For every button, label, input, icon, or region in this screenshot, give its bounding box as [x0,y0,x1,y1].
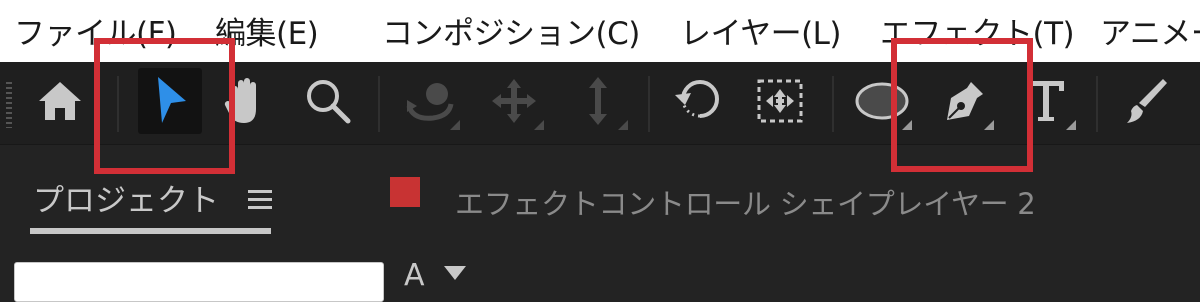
submenu-indicator [450,120,460,130]
tab-project[interactable]: プロジェクト [33,175,219,220]
project-search-input[interactable] [14,262,384,302]
home-button[interactable] [28,68,92,134]
submenu-indicator [618,120,628,130]
pan-move-icon [492,79,536,123]
dolly-icon [589,77,607,125]
hamburger-icon[interactable] [248,190,272,210]
dolly-tool-button[interactable] [566,68,630,134]
toolbar-separator [1096,76,1098,132]
orbit-camera-icon [406,83,454,121]
tab-effect-controls[interactable]: エフェクトコントロール シェイプレイヤー 2 [455,181,1036,223]
toolbar-separator [832,76,834,132]
pan-tool-button[interactable] [482,68,546,134]
zoom-icon [307,80,351,124]
submenu-indicator [1066,120,1076,130]
submenu-indicator [534,120,544,130]
active-tab-underline [30,228,271,234]
menu-composition[interactable]: コンポジション(C) [382,8,640,53]
layer-color-label [390,177,420,207]
font-label: A [404,258,425,293]
toolbar-separator [648,76,650,132]
home-icon [39,82,81,120]
toolbar-separator [378,76,380,132]
rotate-tool-button[interactable] [668,68,732,134]
rotate-icon [675,80,719,118]
toolbar-grip[interactable] [6,82,12,128]
panel-tab-row: プロジェクト エフェクトコントロール シェイプレイヤー 2 [0,145,1200,245]
orbit-camera-tool-button[interactable] [398,68,462,134]
zoom-tool-button[interactable] [296,68,360,134]
brush-icon [1127,79,1167,123]
menu-layer[interactable]: レイヤー(L) [680,8,842,53]
anchor-point-icon [757,79,803,123]
menu-animation[interactable]: アニメーション [1100,8,1200,53]
tools-toolbar [0,38,1200,174]
chevron-down-icon[interactable] [444,266,466,280]
anchor-point-tool-button[interactable] [748,68,812,134]
brush-tool-button[interactable] [1114,68,1178,134]
